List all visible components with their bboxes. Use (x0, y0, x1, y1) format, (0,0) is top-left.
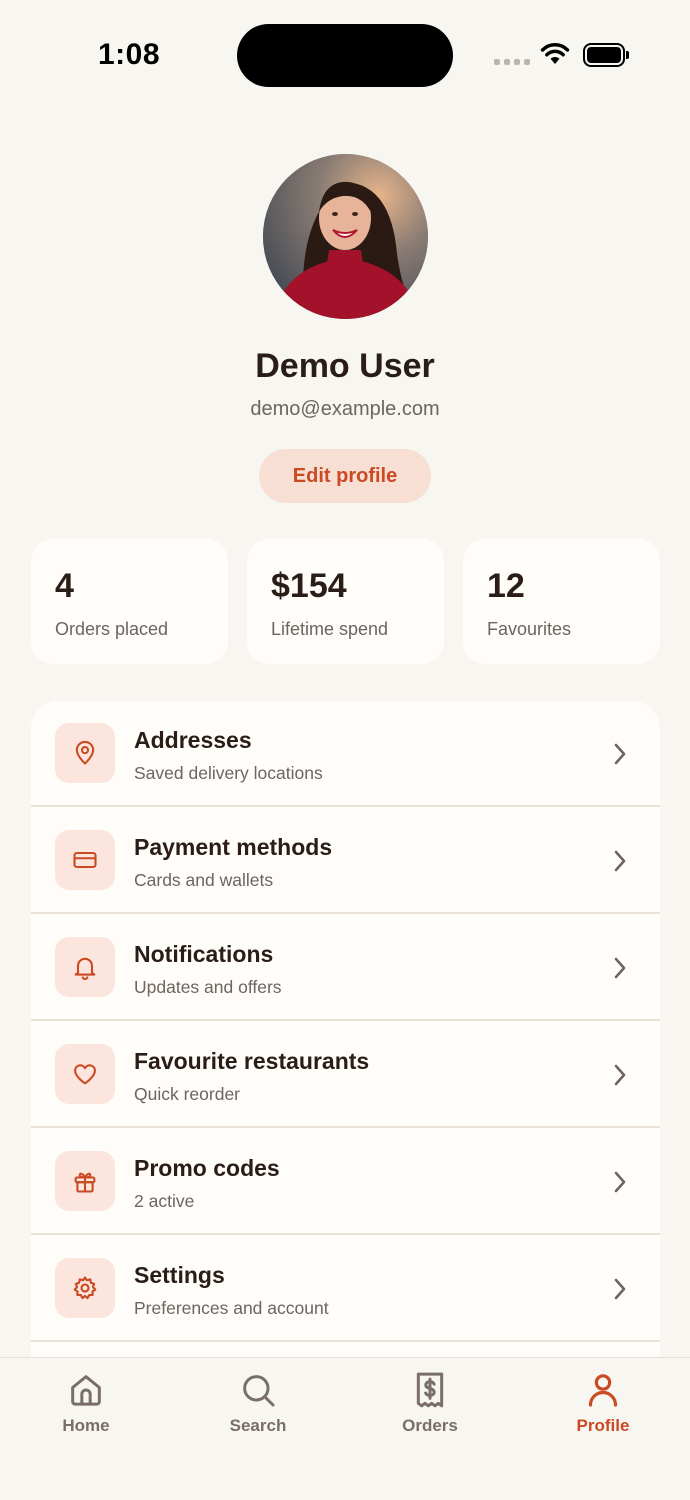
menu-item-title: Notifications (134, 941, 274, 967)
tab-profile[interactable]: Profile (543, 1370, 663, 1450)
receipt-icon (416, 1372, 444, 1408)
menu-item-favourite-restaurants[interactable]: Favourite restaurants Quick reorder (31, 1022, 660, 1128)
menu-item-settings[interactable]: Settings Preferences and account (31, 1236, 660, 1342)
chevron-right-icon (614, 957, 626, 979)
dynamic-island (237, 24, 453, 87)
user-email: demo@example.com (250, 398, 440, 420)
heart-icon (55, 1044, 115, 1104)
menu-item-subtitle: Updates and offers (134, 977, 282, 997)
avatar[interactable] (263, 154, 428, 319)
stat-card-favourites: 12 Favourites (463, 539, 660, 664)
search-icon (243, 1375, 275, 1407)
edit-profile-button[interactable]: Edit profile (259, 449, 431, 503)
menu-item-title: Settings (134, 1262, 225, 1288)
chevron-right-icon (614, 1171, 626, 1193)
tab-label: Orders (402, 1416, 458, 1435)
menu-item-title: Payment methods (134, 834, 333, 860)
tab-label: Home (62, 1416, 110, 1435)
stat-value: 4 (55, 567, 74, 605)
stat-card-orders: 4 Orders placed (31, 539, 228, 664)
stat-value: $154 (271, 567, 347, 605)
menu-item-title: Promo codes (134, 1155, 280, 1181)
gear-icon (55, 1258, 115, 1318)
credit-card-icon (55, 830, 115, 890)
status-bar: 1:08 (0, 0, 690, 110)
chevron-right-icon (614, 850, 626, 872)
bell-icon (55, 937, 115, 997)
menu-item-payment-methods[interactable]: Payment methods Cards and wallets (31, 808, 660, 914)
stat-label: Lifetime spend (271, 619, 389, 639)
menu-item-title: Addresses (134, 727, 252, 753)
user-name: Demo User (255, 347, 435, 385)
menu-item-subtitle: Quick reorder (134, 1084, 241, 1104)
gift-icon (55, 1151, 115, 1211)
menu-item-subtitle: 2 active (134, 1191, 195, 1211)
menu-item-subtitle: Cards and wallets (134, 870, 274, 890)
wifi-icon (540, 43, 570, 64)
menu-item-title: Favourite restaurants (134, 1048, 370, 1074)
person-icon (588, 1374, 618, 1407)
status-time: 1:08 (98, 38, 161, 71)
chevron-right-icon (614, 743, 626, 765)
home-icon (71, 1375, 101, 1406)
tab-label: Profile (576, 1416, 630, 1435)
menu-item-subtitle: Saved delivery locations (134, 763, 323, 783)
stat-card-spend: $154 Lifetime spend (247, 539, 444, 664)
location-pin-icon (55, 723, 115, 783)
tab-label: Search (229, 1416, 287, 1435)
stat-label: Favourites (487, 619, 572, 639)
menu-item-addresses[interactable]: Addresses Saved delivery locations (31, 701, 660, 807)
tab-bar: Home Search Orders Profile (0, 1357, 690, 1500)
tab-home[interactable]: Home (26, 1370, 146, 1450)
menu-item-subtitle: Preferences and account (134, 1298, 329, 1318)
tab-search[interactable]: Search (198, 1370, 318, 1450)
battery-icon (583, 43, 629, 67)
menu-item-notifications[interactable]: Notifications Updates and offers (31, 915, 660, 1021)
chevron-right-icon (614, 1064, 626, 1086)
chevron-right-icon (614, 1278, 626, 1300)
stat-value: 12 (487, 567, 525, 605)
menu-item-promo-codes[interactable]: Promo codes 2 active (31, 1129, 660, 1235)
account-menu: Addresses Saved delivery locations Payme… (31, 701, 660, 1401)
tab-orders[interactable]: Orders (370, 1370, 490, 1450)
stat-label: Orders placed (55, 619, 169, 639)
cellular-signal-icon (494, 59, 530, 65)
